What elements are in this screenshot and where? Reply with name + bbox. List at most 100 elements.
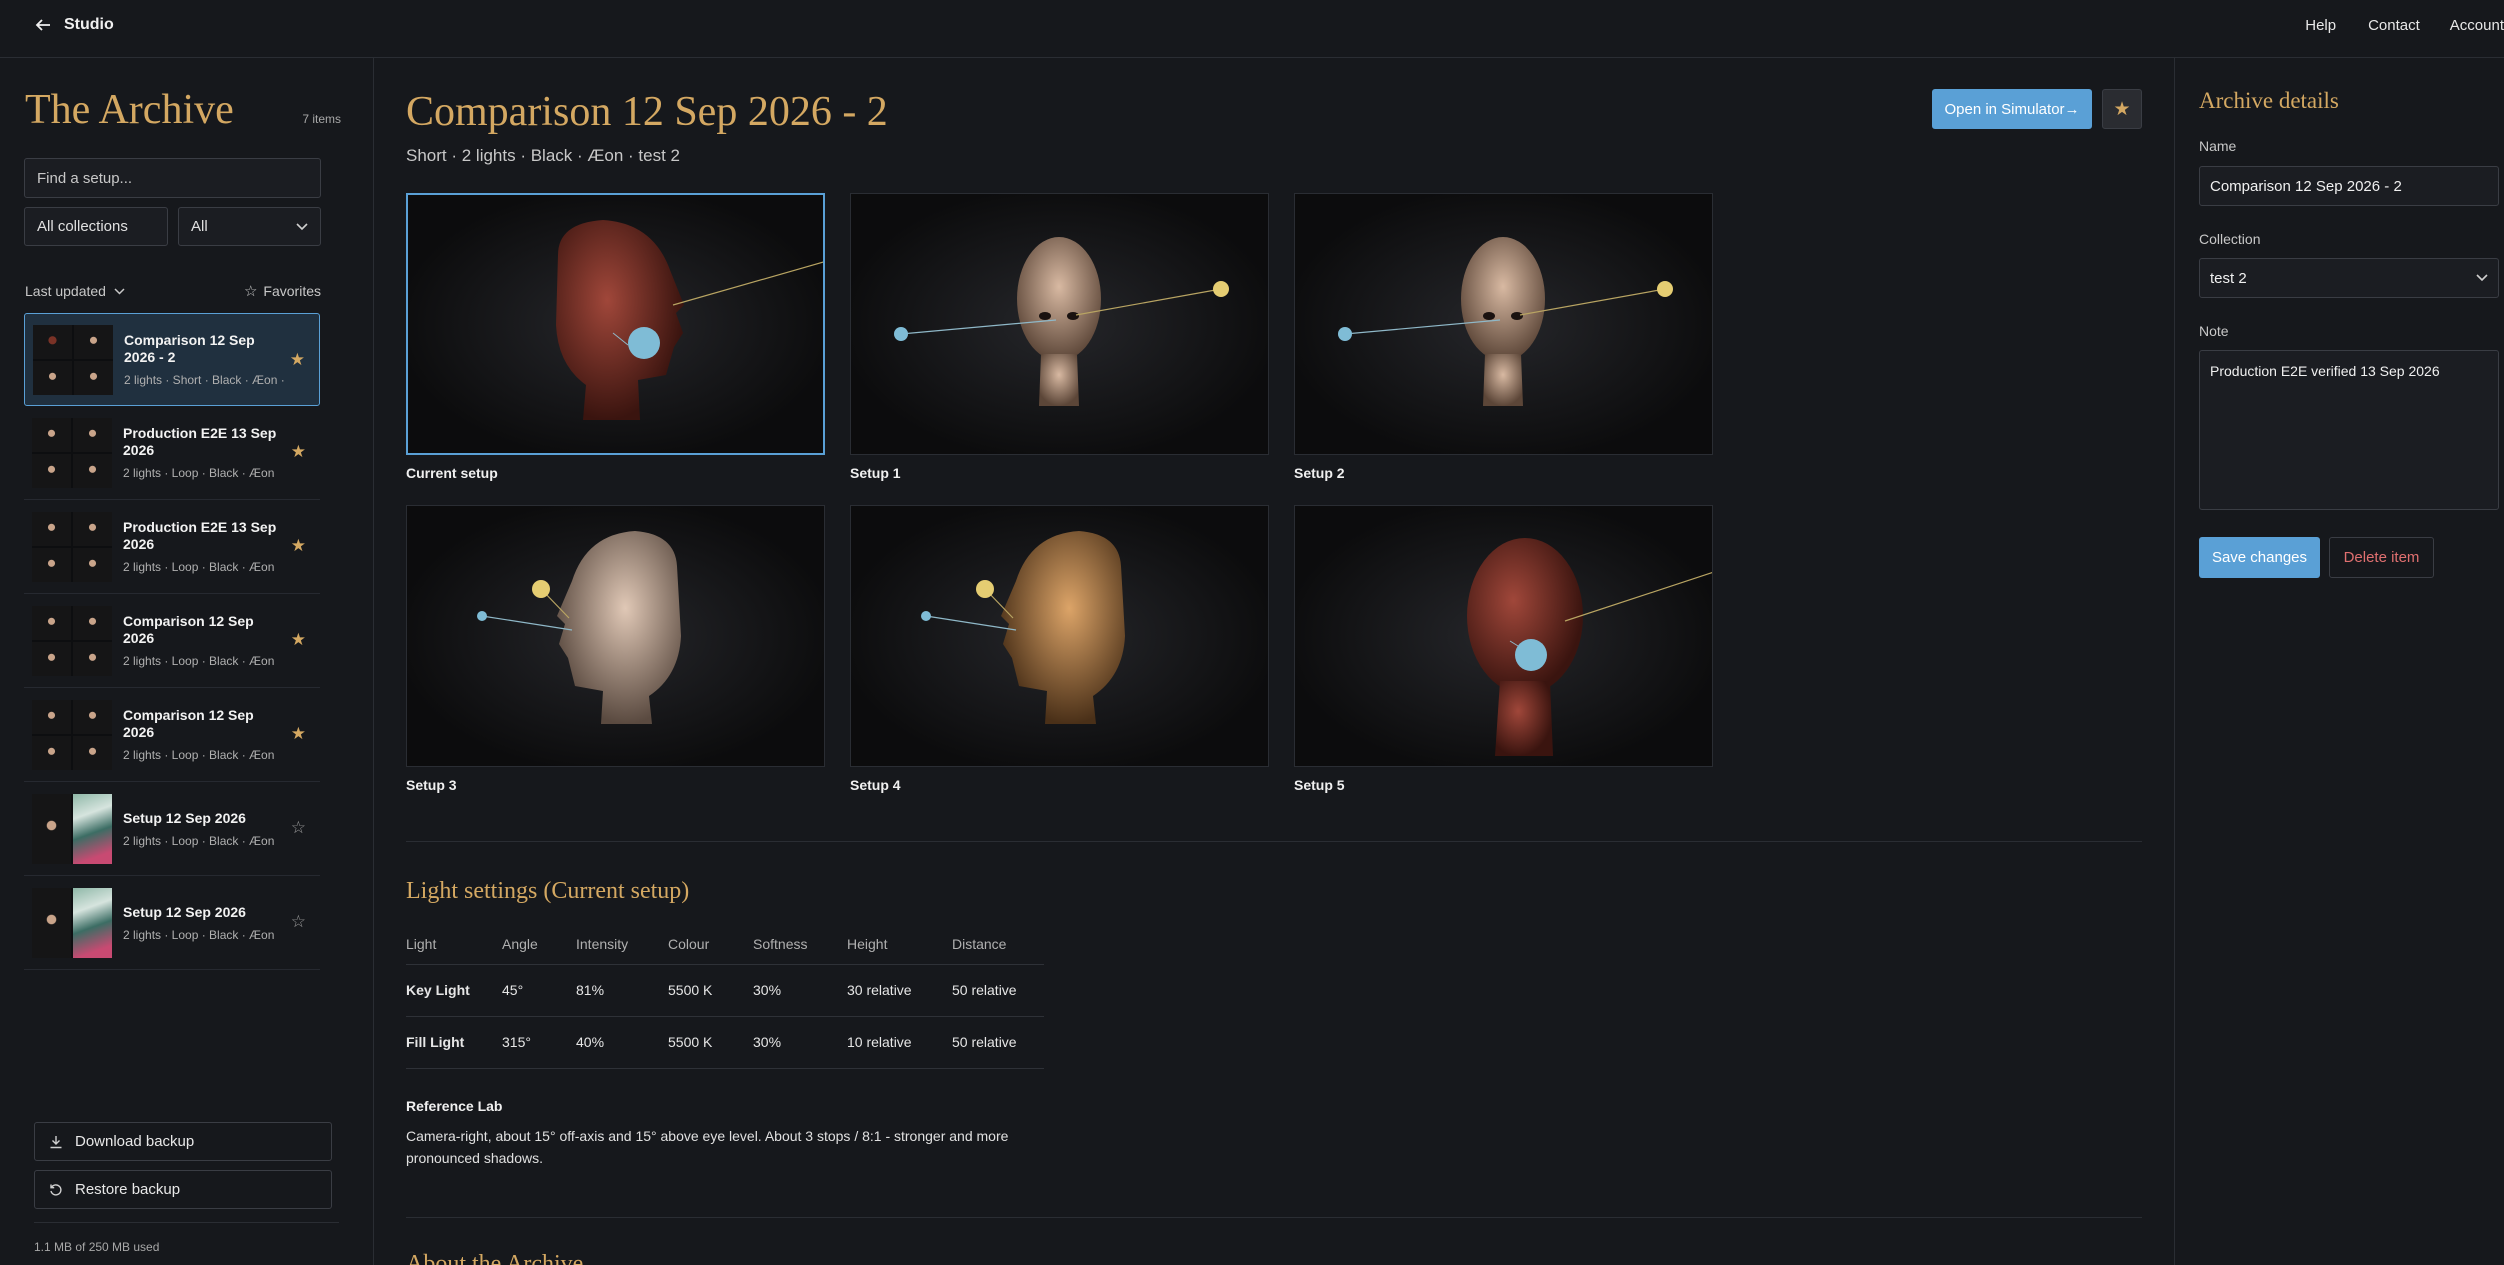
archive-title: The Archive <box>25 87 234 133</box>
note-textarea[interactable]: Production E2E verified 13 Sep 2026 <box>2199 350 2499 510</box>
list-item[interactable]: Comparison 12 Sep 2026 - 2 2 lights · Sho… <box>24 313 320 406</box>
arrow-left-icon <box>35 19 50 31</box>
star-filled-icon[interactable]: ★ <box>291 536 306 556</box>
download-icon <box>50 1135 62 1148</box>
list-item[interactable]: Comparison 12 Sep 2026 2 lights · Loop · … <box>24 594 320 688</box>
item-title: Production E2E 13 Sep 2026 <box>123 425 277 458</box>
chevron-down-icon <box>296 222 308 230</box>
star-outline-icon[interactable]: ☆ <box>291 912 306 932</box>
delete-item-button[interactable]: Delete item <box>2329 537 2434 578</box>
star-filled-icon[interactable]: ★ <box>290 350 305 370</box>
name-label: Name <box>2199 138 2237 154</box>
head-render <box>556 220 823 420</box>
table-cell: 30% <box>753 1015 847 1069</box>
column-header: Intensity <box>576 936 629 952</box>
back-to-studio-link[interactable]: Studio <box>34 16 114 34</box>
column-header: Colour <box>668 936 710 952</box>
name-field[interactable] <box>2199 166 2499 206</box>
item-meta: 2 lights · Loop · Black · Æon <box>123 560 275 574</box>
item-thumbnail <box>32 887 112 958</box>
setup-card-current[interactable] <box>406 193 825 455</box>
table-cell: Fill Light <box>406 1015 502 1069</box>
item-thumbnail <box>32 605 112 676</box>
list-item[interactable]: Comparison 12 Sep 2026 2 lights · Loop · … <box>24 688 320 782</box>
setup-card-1[interactable] <box>850 193 1269 455</box>
archive-details-panel: Archive details Name Collection test 2 N… <box>2174 58 2504 1265</box>
column-header: Light <box>406 936 437 952</box>
head-render <box>894 237 1229 406</box>
star-filled-icon[interactable]: ★ <box>291 724 306 744</box>
item-title: Comparison 12 Sep 2026 <box>123 613 254 646</box>
nav-account[interactable]: Account <box>2450 17 2504 34</box>
divider <box>406 841 2142 842</box>
list-item[interactable]: Production E2E 13 Sep 2026 2 lights · Loo… <box>24 406 320 500</box>
sort-dropdown[interactable]: Last updated <box>25 282 125 300</box>
collection-value: test 2 <box>2210 269 2247 287</box>
details-title: Archive details <box>2199 88 2339 113</box>
item-thumbnail <box>32 417 112 488</box>
collection-label: Collection <box>2199 231 2261 247</box>
item-title: Production E2E 13 Sep 2026 <box>123 519 277 552</box>
sort-label: Last updated <box>25 283 106 299</box>
setup-card-3[interactable] <box>406 505 825 767</box>
item-meta: 2 lights · Loop · Black · Æon <box>123 466 275 480</box>
note-label: Note <box>2199 323 2229 339</box>
list-item[interactable]: Production E2E 13 Sep 2026 2 lights · Loo… <box>24 500 320 594</box>
table-row: Fill Light 315° 40% 5500 K 30% 10 relati… <box>406 1015 1044 1069</box>
archive-item-list: Comparison 12 Sep 2026 - 2 2 lights · Sho… <box>24 313 320 970</box>
table-row: Key Light 45° 81% 5500 K 30% 30 relative… <box>406 963 1044 1016</box>
restore-backup-button[interactable]: Restore backup <box>34 1170 332 1209</box>
star-filled-icon[interactable]: ★ <box>291 442 306 462</box>
setup-card-5[interactable] <box>1294 505 1713 767</box>
favorites-label: Favorites <box>263 283 321 299</box>
head-render <box>1338 237 1673 406</box>
back-label: Studio <box>64 16 114 33</box>
table-cell: 30% <box>753 963 847 1016</box>
collection-filter-value: All collections <box>37 218 128 235</box>
favorite-toggle-button[interactable]: ★ <box>2102 89 2142 129</box>
table-cell: 50 relative <box>952 963 1044 1016</box>
nav-help[interactable]: Help <box>2305 17 2336 34</box>
card-label: Setup 4 <box>850 777 901 793</box>
card-label: Setup 3 <box>406 777 457 793</box>
setup-card-4[interactable] <box>850 505 1269 767</box>
storage-usage: 1.1 MB of 250 MB used <box>34 1240 160 1254</box>
top-bar: Studio Help Contact Account <box>0 0 2504 58</box>
chevron-down-icon <box>2476 274 2488 282</box>
item-meta: 2 lights · Loop · Black · Æon <box>123 927 275 942</box>
list-item[interactable]: Setup 12 Sep 2026 2 lights · Loop · Black… <box>24 782 320 876</box>
list-item[interactable]: Setup 12 Sep 2026 2 lights · Loop · Black… <box>24 876 320 970</box>
save-changes-button[interactable]: Save changes <box>2199 537 2320 578</box>
star-outline-icon[interactable]: ☆ <box>291 818 306 838</box>
collection-select[interactable]: test 2 <box>2199 258 2499 298</box>
type-filter-select[interactable]: All <box>178 207 321 246</box>
reference-title: Reference Lab <box>406 1098 503 1114</box>
star-filled-icon[interactable]: ★ <box>291 630 306 650</box>
card-label: Setup 1 <box>850 465 901 481</box>
head-render <box>921 531 1125 724</box>
restore-backup-label: Restore backup <box>75 1181 181 1198</box>
table-cell: 315° <box>502 1015 576 1069</box>
setup-card-2[interactable] <box>1294 193 1713 455</box>
table-cell: 40% <box>576 1015 668 1069</box>
items-count: 7 items <box>302 112 341 126</box>
table-cell: Key Light <box>406 963 502 1016</box>
column-header: Angle <box>502 936 538 952</box>
table-cell: 30 relative <box>847 963 952 1016</box>
item-thumbnail <box>32 699 112 770</box>
collection-filter-select[interactable]: All collections <box>24 207 168 246</box>
open-in-simulator-button[interactable]: Open in Simulator→ <box>1932 89 2092 129</box>
favorites-filter[interactable]: ☆ Favorites <box>244 282 321 300</box>
card-label: Setup 2 <box>1294 465 1345 481</box>
item-title: Comparison 12 Sep 2026 <box>123 707 254 740</box>
search-input[interactable] <box>24 158 321 198</box>
nav-contact[interactable]: Contact <box>2368 17 2420 34</box>
item-title: Setup 12 Sep 2026 <box>123 809 246 826</box>
item-meta: 2 lights · Loop · Black · Æon <box>123 654 275 668</box>
top-nav: Help Contact Account <box>2305 17 2504 34</box>
star-outline-icon: ☆ <box>243 283 258 300</box>
reference-text: Camera-right, about 15° off-axis and 15°… <box>406 1128 1009 1166</box>
item-thumbnail <box>32 793 112 864</box>
page-subtitle: Short · 2 lights · Black · Æon · test 2 <box>406 146 680 165</box>
download-backup-button[interactable]: Download backup <box>34 1122 332 1161</box>
